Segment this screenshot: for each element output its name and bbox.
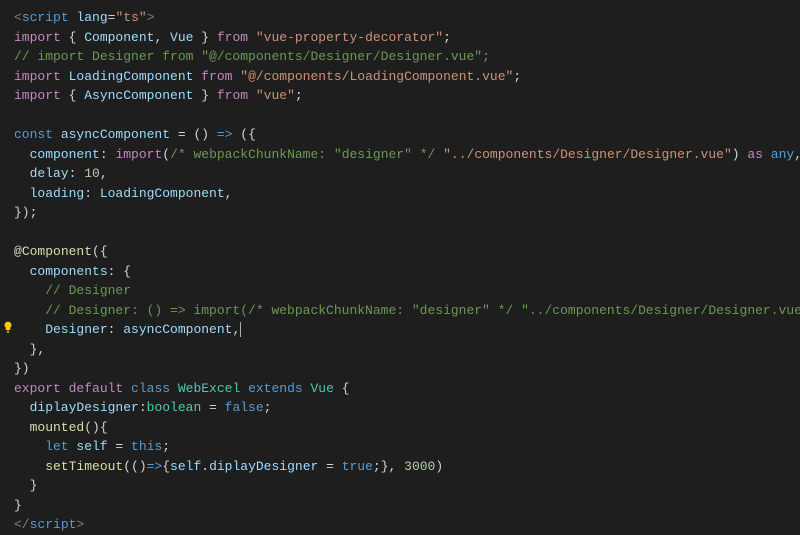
code-line[interactable]: // Designer [0, 281, 800, 301]
code-line[interactable]: import { AsyncComponent } from "vue"; [0, 86, 800, 106]
code-line[interactable] [0, 106, 800, 126]
code-line[interactable]: component: import(/* webpackChunkName: "… [0, 145, 800, 165]
comment: /* webpackChunkName: "designer" */ [170, 147, 435, 162]
code-line[interactable]: import { Component, Vue } from "vue-prop… [0, 28, 800, 48]
method-name: mounted [14, 420, 84, 435]
keyword-const: const [14, 127, 53, 142]
number-literal: 10 [84, 166, 100, 181]
string-literal: "vue-property-decorator" [248, 30, 443, 45]
lightbulb-icon[interactable] [2, 321, 14, 333]
class-name: WebExcel [170, 381, 240, 396]
code-line[interactable]: <script lang="ts"> [0, 8, 800, 28]
code-line[interactable]: import LoadingComponent from "@/componen… [0, 67, 800, 87]
code-line[interactable]: const asyncComponent = () => ({ [0, 125, 800, 145]
comment: // import Designer from "@/components/De… [14, 49, 490, 64]
keyword-import: import [14, 30, 61, 45]
code-line[interactable]: delay: 10, [0, 164, 800, 184]
tag-open: < [14, 10, 22, 25]
code-line[interactable]: @Component({ [0, 242, 800, 262]
code-line[interactable] [0, 223, 800, 243]
code-line[interactable]: components: { [0, 262, 800, 282]
tag-name: script [22, 10, 69, 25]
attr-value: "ts" [115, 10, 146, 25]
code-line[interactable]: }) [0, 359, 800, 379]
code-line[interactable]: loading: LoadingComponent, [0, 184, 800, 204]
keyword-export: export [14, 381, 61, 396]
decorator: Component [22, 244, 92, 259]
comment: // Designer: () => import(/* webpackChun… [14, 303, 800, 318]
code-line[interactable]: let self = this; [0, 437, 800, 457]
attr-name: lang [76, 10, 107, 25]
code-line[interactable]: }, [0, 340, 800, 360]
comment: // Designer [14, 283, 131, 298]
code-line[interactable]: // Designer: () => import(/* webpackChun… [0, 301, 800, 321]
code-editor[interactable]: <script lang="ts"> import { Component, V… [0, 8, 800, 535]
code-line[interactable]: export default class WebExcel extends Vu… [0, 379, 800, 399]
text-cursor [240, 322, 241, 337]
code-line[interactable]: setTimeout(()=>{self.diplayDesigner = tr… [0, 457, 800, 477]
code-line[interactable]: diplayDesigner:boolean = false; [0, 398, 800, 418]
code-line[interactable]: } [0, 476, 800, 496]
code-line[interactable]: }); [0, 203, 800, 223]
code-line[interactable]: mounted(){ [0, 418, 800, 438]
code-line[interactable]: } [0, 496, 800, 516]
code-line[interactable]: // import Designer from "@/components/De… [0, 47, 800, 67]
code-line[interactable]: Designer: asyncComponent, [0, 320, 800, 340]
code-line[interactable]: </script> [0, 515, 800, 535]
